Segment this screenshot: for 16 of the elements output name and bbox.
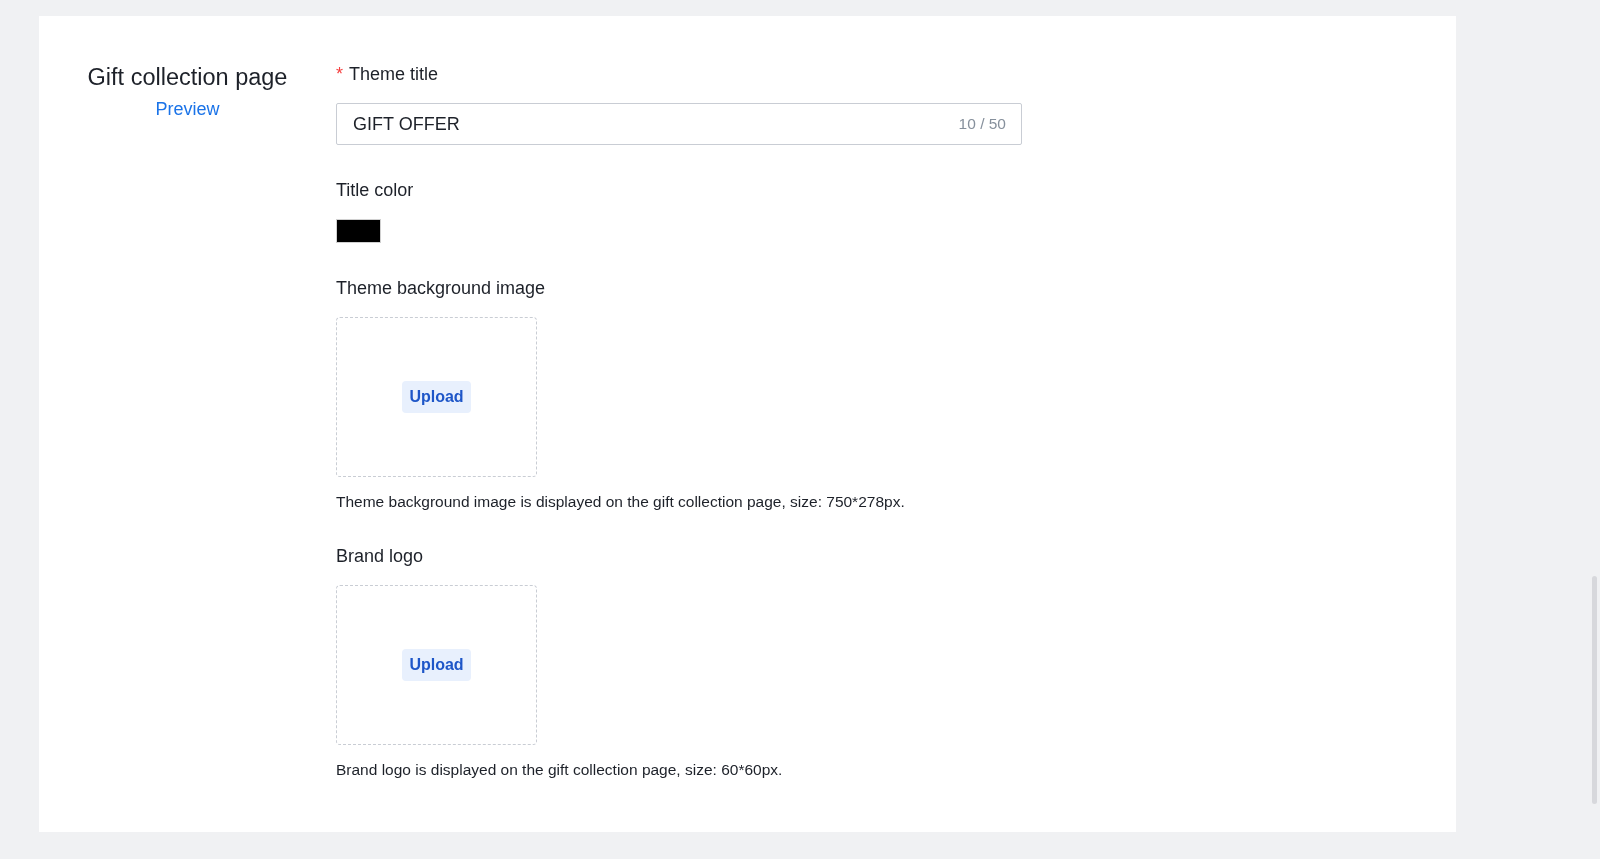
upload-area[interactable]: Upload (336, 585, 537, 745)
upload-button[interactable]: Upload (402, 649, 471, 681)
required-mark: * (336, 64, 343, 85)
character-counter: 10 / 50 (958, 115, 1006, 133)
scrollbar[interactable] (1592, 576, 1597, 804)
preview-link[interactable]: Preview (155, 99, 220, 120)
hint-text: Brand logo is displayed on the gift collection page, size: 60*60px. (336, 761, 784, 779)
hint-text: Theme background image is displayed on the gift collection page, size: 750*278px. (336, 493, 906, 511)
section-title: Gift collection page (87, 64, 288, 91)
upload-area[interactable]: Upload (336, 317, 537, 477)
field-label: Title color (336, 180, 414, 201)
color-swatch[interactable] (336, 219, 381, 243)
upload-button[interactable]: Upload (402, 381, 471, 413)
field-label: Theme title (349, 64, 439, 85)
field-label: Theme background image (336, 278, 546, 299)
field-label: Brand logo (336, 546, 424, 567)
